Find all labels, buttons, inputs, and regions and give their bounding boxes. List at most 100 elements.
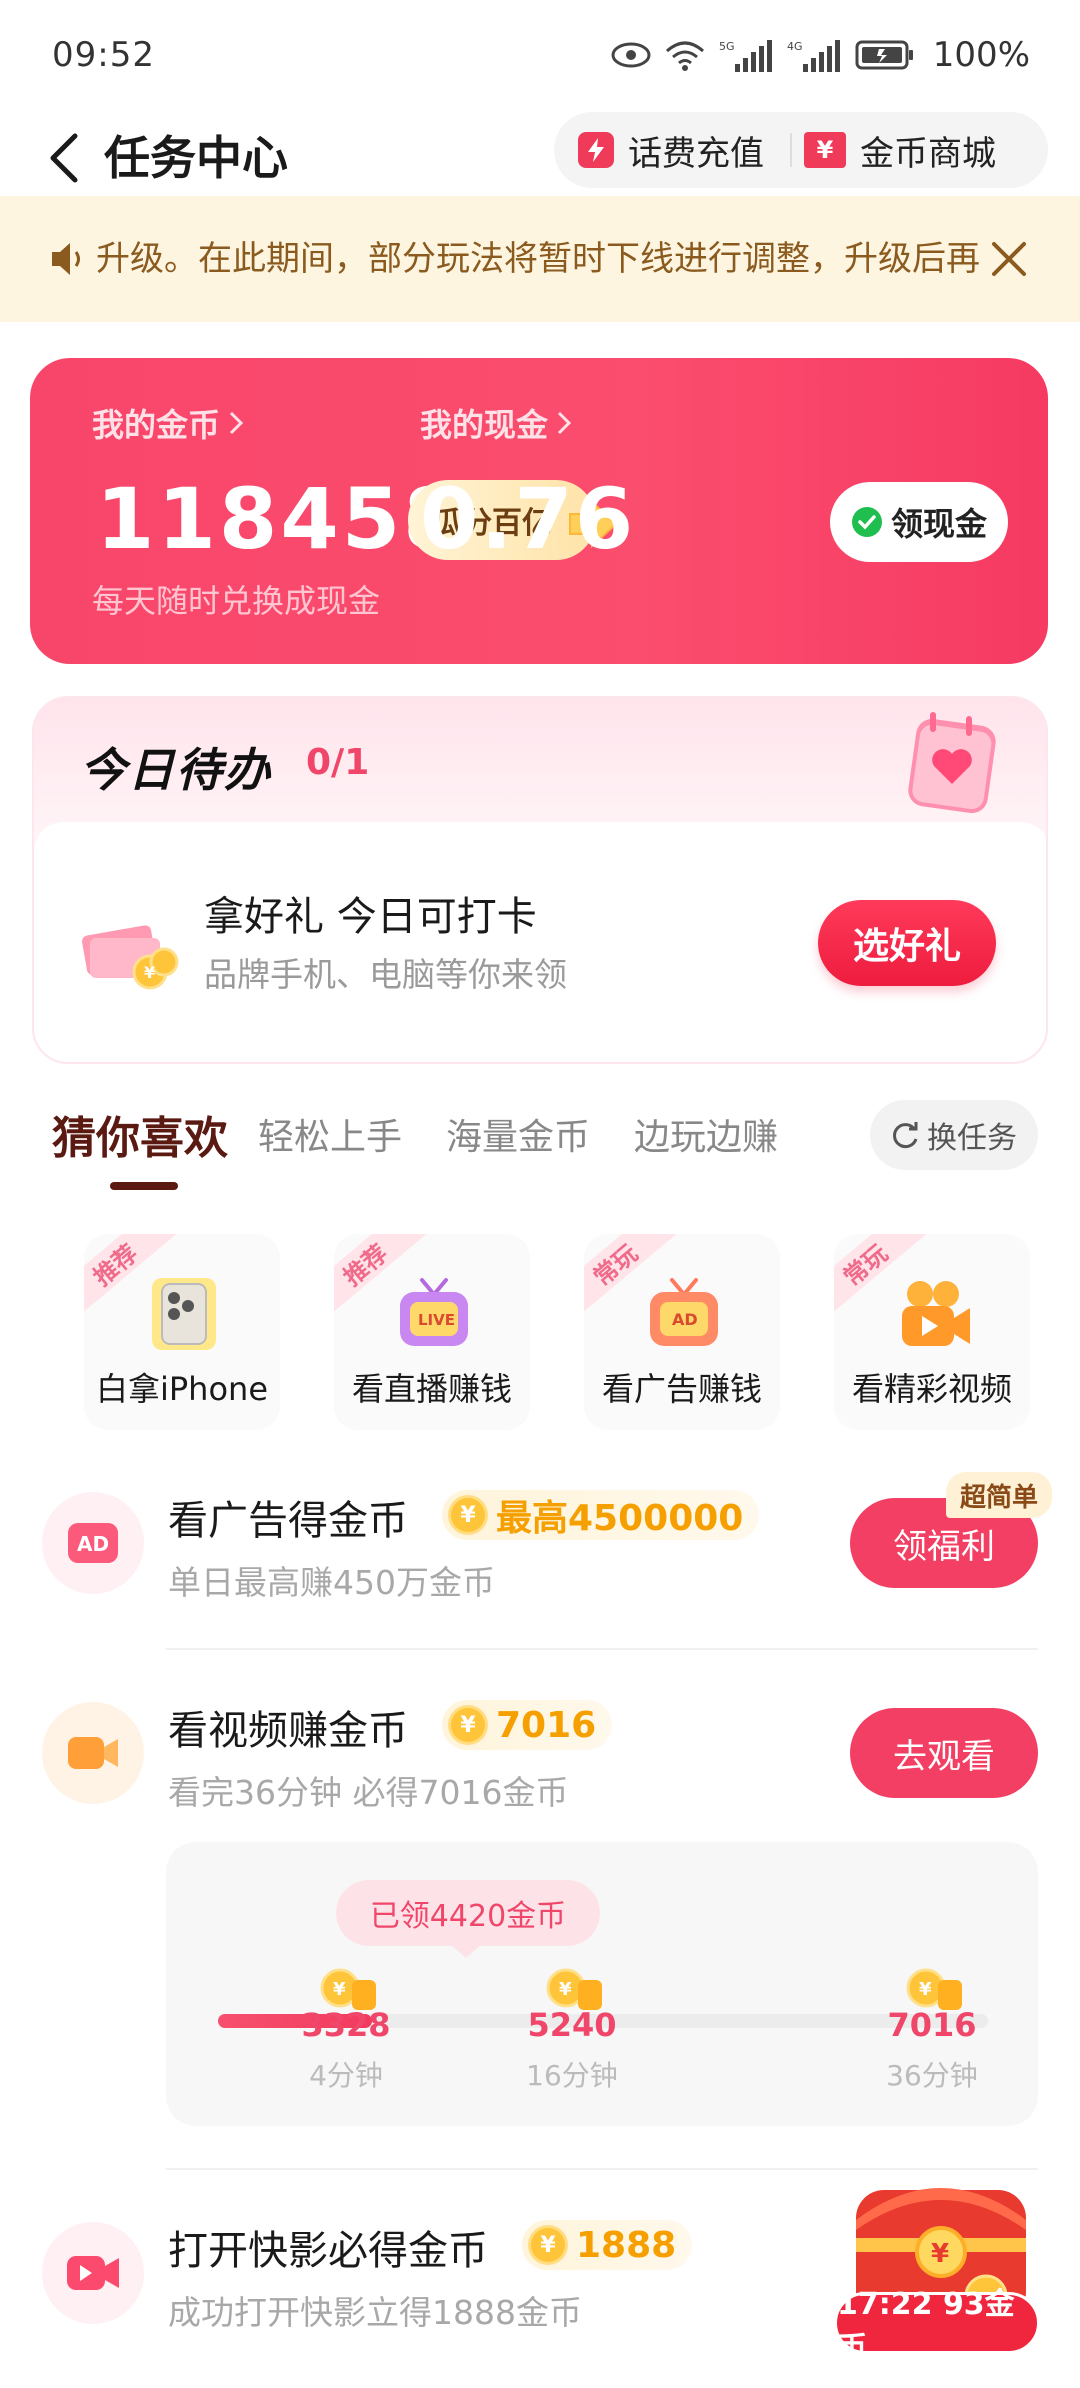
svg-text:¥: ¥: [144, 963, 155, 982]
withdraw-cash-label: 领现金: [890, 505, 987, 543]
ad-icon: AD: [42, 1492, 144, 1594]
chevron-right-icon: [229, 411, 244, 435]
status-time: 09:52: [52, 35, 155, 75]
shortcut-label: 白拿iPhone: [95, 1370, 269, 1408]
balance-subtitle: 每天随时兑换成现金: [92, 582, 381, 620]
go-watch-button[interactable]: 去观看: [850, 1708, 1038, 1798]
reward-badge: ¥ 1888: [522, 2220, 693, 2270]
tab-guess-you-like[interactable]: 猜你喜欢: [52, 1102, 228, 1166]
balance-card: 我的金币 118458 瓜分百亿 我的现金 0.76 领现金 每天随时兑换成现金: [30, 358, 1048, 664]
reward-badge: ¥ 7016: [442, 1700, 613, 1750]
todo-task-subtitle: 品牌手机、电脑等你来领: [204, 955, 567, 994]
todo-card: 今日待办 0/1 ¥ 拿好礼 今日可打卡 品牌手机、电脑等你来领 选好礼: [32, 696, 1048, 1064]
svg-text:LIVE: LIVE: [418, 1311, 455, 1329]
tab-play-and-earn[interactable]: 边玩边赚: [634, 1108, 778, 1160]
claimed-bubble-tail: [450, 1944, 482, 1958]
svg-text:4G: 4G: [787, 40, 803, 53]
header: 任务中心 话费充值 ¥ 金币商城: [0, 110, 1080, 210]
live-tv-icon: LIVE: [400, 1278, 468, 1346]
milestone-value: 7016: [887, 2006, 977, 2044]
cash-stack-icon: ¥: [82, 925, 179, 990]
my-coins-link[interactable]: 我的金币: [92, 400, 244, 446]
recharge-label: 话费充值: [628, 133, 764, 174]
active-tab-indicator: [110, 1182, 178, 1190]
shortcut-watch-live[interactable]: 推荐 LIVE 看直播赚钱: [334, 1234, 530, 1430]
swap-tasks-button[interactable]: 换任务: [870, 1100, 1038, 1170]
yuan-ticket-icon: ¥: [804, 132, 846, 168]
chevron-right-icon: [557, 411, 572, 435]
wechat-check-icon: [851, 507, 882, 537]
close-icon[interactable]: [986, 236, 1032, 282]
tab-easy-start[interactable]: 轻松上手: [258, 1108, 402, 1160]
video-camera-icon: [902, 1281, 970, 1346]
task-tabs: 猜你喜欢 轻松上手 海量金币 边玩边赚 换任务: [0, 1090, 1080, 1200]
svg-text:¥: ¥: [559, 1979, 572, 2000]
pick-gift-button[interactable]: 选好礼: [818, 900, 996, 986]
ad-tv-icon: AD: [650, 1278, 718, 1346]
milestone-time: 16分钟: [526, 2059, 618, 2092]
svg-text:¥: ¥: [919, 1979, 932, 2000]
heart-calendar-icon: [908, 712, 996, 814]
signal-4g-icon: 4G: [787, 40, 840, 72]
coin-icon: ¥: [448, 1705, 488, 1745]
speaker-icon: [52, 243, 80, 275]
refresh-icon: [893, 1122, 918, 1149]
milestone-time: 4分钟: [309, 2059, 383, 2092]
milestone-value: 5240: [527, 2006, 617, 2044]
shortcut-label: 看广告赚钱: [601, 1370, 762, 1408]
my-cash-link[interactable]: 我的现金: [420, 400, 572, 446]
shortcut-free-iphone[interactable]: 推荐 白拿iPhone: [84, 1234, 280, 1430]
todo-title: 今日待办: [80, 743, 272, 797]
status-bar: 09:52 5G 4G 100%: [0, 0, 1080, 110]
phone-icon: [152, 1278, 216, 1350]
shortcut-watch-ads[interactable]: 常玩 AD 看广告赚钱: [584, 1234, 780, 1430]
reward-amount: 1888: [576, 2224, 677, 2266]
kuaiying-icon: [42, 2222, 144, 2324]
task-title: 打开快影必得金币: [168, 2228, 488, 2274]
svg-text:5G: 5G: [719, 40, 735, 53]
battery-icon: [855, 40, 913, 70]
task-title: 看视频赚金币: [168, 1708, 408, 1754]
svg-text:AD: AD: [672, 1310, 698, 1329]
coin-icon: ¥: [528, 2225, 568, 2265]
my-coins-label: 我的金币: [92, 406, 221, 444]
lightning-icon: [578, 132, 614, 168]
task-subtitle: 成功打开快影立得1888金币: [168, 2293, 582, 2332]
tab-mass-coins[interactable]: 海量金币: [446, 1108, 590, 1160]
mall-label: 金币商城: [860, 133, 996, 174]
chevron-left-icon: [50, 133, 78, 183]
battery-percent: 100%: [932, 35, 1030, 75]
task-subtitle: 单日最高赚450万金币: [168, 1563, 495, 1602]
todo-count: 0/1: [306, 742, 370, 783]
signal-5g-icon: 5G: [719, 40, 772, 72]
milestone-value: 3328: [301, 2006, 391, 2044]
page-title: 任务中心: [104, 131, 288, 185]
task-subtitle: 看完36分钟 必得7016金币: [168, 1773, 569, 1812]
recharge-button[interactable]: 话费充值: [554, 112, 764, 188]
shortcut-watch-videos[interactable]: 常玩 看精彩视频: [834, 1234, 1030, 1430]
header-actions: 话费充值 ¥ 金币商城: [554, 112, 1048, 188]
status-icons: 5G 4G 100%: [611, 35, 1030, 75]
reward-badge: ¥ 最高4500000: [442, 1490, 760, 1540]
withdraw-cash-button[interactable]: 领现金: [830, 482, 1008, 562]
mall-button[interactable]: ¥ 金币商城: [804, 112, 996, 188]
task-title: 看广告得金币: [168, 1498, 408, 1544]
chest-countdown[interactable]: 17:22 93金币: [834, 2287, 1040, 2366]
video-progress-panel: 已领4420金币 ¥ 3328 4分钟 ¥ 5240 16分钟 ¥ 7016 3…: [166, 1842, 1038, 2126]
swap-tasks-label: 换任务: [927, 1121, 1017, 1156]
shortcut-label: 看直播赚钱: [351, 1370, 512, 1408]
svg-text:¥: ¥: [333, 1979, 346, 2000]
super-easy-badge: 超简单: [946, 1472, 1053, 1518]
cash-balance: 0.76: [420, 470, 636, 568]
todo-task-row: ¥ 拿好礼 今日可打卡 品牌手机、电脑等你来领 选好礼: [34, 822, 1046, 1062]
eye-icon: [611, 42, 651, 68]
wifi-icon: [665, 41, 704, 71]
pill-divider: [790, 133, 792, 167]
divider: [166, 1648, 1038, 1650]
shortcut-label: 看精彩视频: [851, 1370, 1012, 1408]
back-button[interactable]: [34, 128, 94, 188]
coin-icon: ¥: [448, 1495, 488, 1535]
notice-banner: 升级。在此期间，部分玩法将暂时下线进行调整，升级后再: [0, 196, 1080, 322]
notice-text: 升级。在此期间，部分玩法将暂时下线进行调整，升级后再: [96, 239, 980, 279]
todo-task-title: 拿好礼 今日可打卡: [204, 894, 537, 940]
